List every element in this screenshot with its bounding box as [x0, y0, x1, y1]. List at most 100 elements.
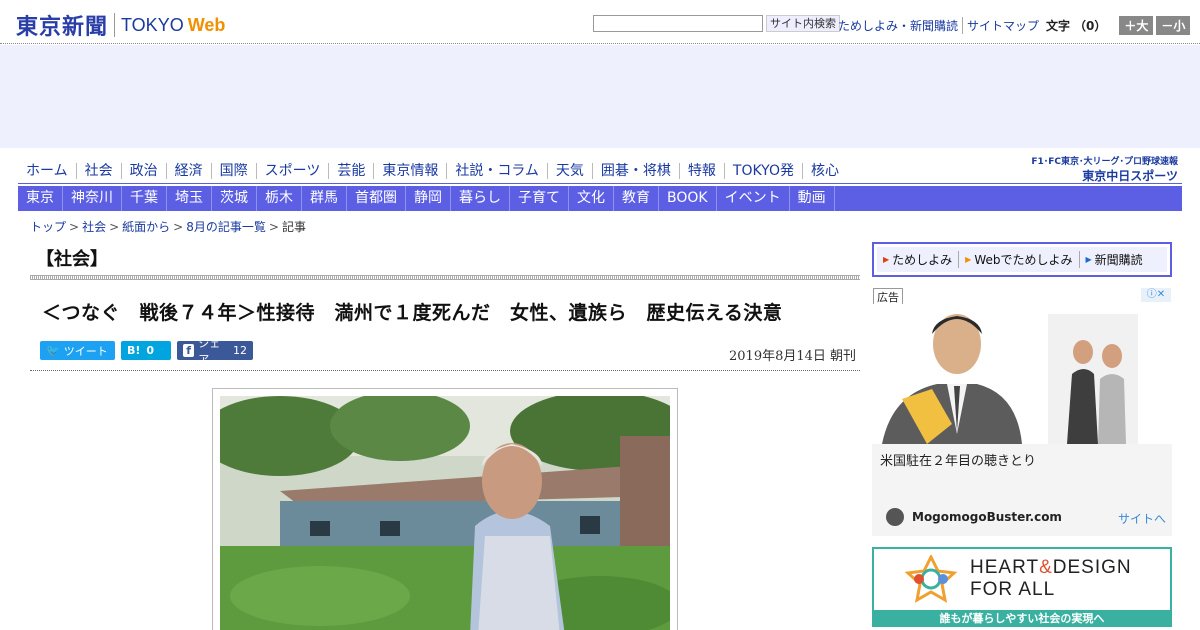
hatena-bookmark-button[interactable]: B! 0 — [121, 341, 171, 360]
breadcrumb-current: 記事 — [281, 220, 306, 234]
breadcrumb: トップ > 社会 > 紙面から >8月の記事一覧 > 記事 — [30, 220, 306, 234]
breadcrumb-top[interactable]: トップ — [30, 220, 66, 234]
share-count: 12 — [233, 344, 247, 357]
nav2-item-education[interactable]: 教育 — [614, 186, 659, 211]
breadcrumb-society[interactable]: 社会 — [82, 220, 106, 234]
breadcrumb-print[interactable]: 紙面から — [122, 220, 170, 234]
top-ad-banner — [0, 45, 1200, 148]
chunichi-sports-link[interactable]: F1･FC東京･大リーグ･プロ野球速報 東京中日スポーツ — [1026, 154, 1178, 184]
nav2-item-parenting[interactable]: 子育て — [510, 186, 569, 211]
section-title: 【社会】 — [36, 249, 108, 270]
nav2-item-living[interactable]: 暮らし — [451, 186, 510, 211]
nav-item-society[interactable]: 社会 — [75, 163, 121, 179]
section-rule — [30, 275, 860, 280]
nav-item-editorial[interactable]: 社説・コラム — [446, 163, 547, 179]
font-size-label: 文字 — [1046, 19, 1071, 33]
hatena-icon: B! — [127, 344, 141, 357]
nav-item-politics[interactable]: 政治 — [120, 163, 166, 179]
site-logo[interactable]: 東京新聞 TOKYO Web — [16, 9, 225, 41]
top-links: ためしよみ・新聞購読 サイトマップ — [834, 17, 1043, 34]
nav-item-tokyo-info[interactable]: 東京情報 — [373, 163, 446, 179]
ad-source-name: MogomogoBuster.com — [912, 510, 1062, 524]
ad-source: MogomogoBuster.com — [886, 508, 1062, 526]
subscribe-button[interactable]: ▶ 新聞購読 — [1080, 251, 1149, 268]
nav-item-sports[interactable]: スポーツ — [255, 163, 329, 179]
logo-japanese: 東京新聞 — [16, 14, 109, 40]
globe-icon — [886, 508, 904, 526]
nav-item-go-shogi[interactable]: 囲碁・将棋 — [591, 163, 679, 179]
ad-image — [872, 304, 1172, 444]
heart-design-banner[interactable]: HEART&DESIGN FOR ALL 誰もが暮らしやすい社会の実現へ — [872, 547, 1172, 627]
nav-divider — [18, 183, 1182, 184]
heart-design-logo-icon — [904, 555, 958, 603]
site-search: サイト内検索 — [593, 15, 840, 32]
trial-button[interactable]: ▶ ためしよみ — [877, 251, 960, 268]
ad-info-icon[interactable]: ⓘ✕ — [1141, 288, 1171, 302]
nav2-item-kanagawa[interactable]: 神奈川 — [63, 186, 122, 211]
article-photo — [220, 396, 670, 630]
nav-item-tokyo-hatsu[interactable]: TOKYO発 — [723, 163, 802, 179]
nav2-item-saitama[interactable]: 埼玉 — [167, 186, 212, 211]
subscription-buttons-inner: ▶ ためしよみ ▶ Webでためしよみ ▶ 新聞購読 — [877, 247, 1167, 272]
nav-item-special[interactable]: 特報 — [678, 163, 724, 179]
nav2-item-culture[interactable]: 文化 — [569, 186, 614, 211]
logo-separator — [114, 13, 116, 37]
design-word: DESIGN — [1052, 557, 1132, 578]
article-date: 2019年8月14日 朝刊 — [729, 349, 857, 364]
arrow-right-icon: ▶ — [883, 255, 890, 264]
nav-item-economy[interactable]: 経済 — [165, 163, 211, 179]
nav2-item-shutoken[interactable]: 首都圏 — [347, 186, 406, 211]
heart-amp: & — [1039, 557, 1053, 578]
ad-text: 米国駐在２年目の聴きとり — [880, 454, 1037, 469]
tweet-label: ツイート — [63, 344, 108, 358]
nav2-item-shizuoka[interactable]: 静岡 — [406, 186, 451, 211]
font-size-control: 文字 （0） ＋大 －小 — [1046, 16, 1191, 35]
ad-site-link[interactable]: サイトへ — [1118, 510, 1166, 527]
nav-item-world[interactable]: 国際 — [210, 163, 256, 179]
trial-label: ためしよみ — [892, 253, 953, 267]
font-size-count: （0） — [1074, 19, 1107, 33]
tweet-button[interactable]: 🐦 ツイート — [40, 341, 115, 360]
nav-item-entertainment[interactable]: 芸能 — [328, 163, 373, 179]
logo-web: Web — [187, 14, 226, 35]
nav2-item-video[interactable]: 動画 — [790, 186, 835, 211]
font-smaller-button[interactable]: －小 — [1156, 16, 1191, 35]
heart-design-title: HEART&DESIGN FOR ALL — [970, 557, 1132, 601]
logo-tokyo: TOKYO — [121, 14, 184, 35]
nav-item-home[interactable]: ホーム — [18, 163, 76, 179]
nav2-item-tokyo[interactable]: 東京 — [18, 186, 63, 211]
link-trial-subscribe[interactable]: ためしよみ・新聞購読 — [834, 17, 962, 34]
web-trial-button[interactable]: ▶ Webでためしよみ — [959, 251, 1080, 268]
twitter-icon: 🐦 — [46, 344, 60, 357]
search-input[interactable] — [593, 15, 763, 32]
nav2-item-tochigi[interactable]: 栃木 — [257, 186, 302, 211]
site-header: 東京新聞 TOKYO Web サイト内検索 ためしよみ・新聞購読 サイトマップ … — [0, 0, 1200, 44]
font-bigger-button[interactable]: ＋大 — [1119, 16, 1154, 35]
nav-item-core[interactable]: 核心 — [801, 163, 847, 179]
for-all-word: FOR ALL — [970, 579, 1056, 600]
arrow-right-icon: ▶ — [1085, 255, 1092, 264]
arrow-right-icon: ▶ — [965, 255, 972, 264]
nav2-item-gunma[interactable]: 群馬 — [302, 186, 347, 211]
share-label: シェア — [198, 336, 221, 366]
nav2-item-event[interactable]: イベント — [717, 186, 790, 211]
nav-item-weather[interactable]: 天気 — [546, 163, 592, 179]
primary-nav: ホーム 社会 政治 経済 国際 スポーツ 芸能 東京情報 社説・コラム 天気 囲… — [18, 159, 847, 183]
article-headline: ＜つなぐ 戦後７４年＞性接待 満州で１度死んだ 女性、遺族ら 歴史伝える決意 — [42, 302, 783, 324]
chunichi-tagline: F1･FC東京･大リーグ･プロ野球速報 — [1031, 157, 1178, 167]
chunichi-logo: 東京中日スポーツ — [1082, 169, 1178, 183]
nav2-item-book[interactable]: BOOK — [659, 186, 717, 211]
sidebar-ad[interactable]: 米国駐在２年目の聴きとり MogomogoBuster.com サイトへ — [872, 304, 1172, 536]
link-sitemap[interactable]: サイトマップ — [962, 17, 1043, 34]
subscribe-label: 新聞購読 — [1094, 253, 1143, 267]
nav2-item-chiba[interactable]: 千葉 — [122, 186, 167, 211]
facebook-icon: f — [183, 344, 195, 357]
search-button[interactable]: サイト内検索 — [766, 15, 840, 32]
social-buttons: 🐦 ツイート B! 0 f シェア 12 — [40, 337, 259, 366]
nav2-item-ibaraki[interactable]: 茨城 — [212, 186, 257, 211]
date-rule — [30, 370, 860, 371]
subscription-buttons: ▶ ためしよみ ▶ Webでためしよみ ▶ 新聞購読 — [872, 242, 1172, 277]
photo-illustration — [220, 396, 670, 630]
facebook-share-button[interactable]: f シェア 12 — [177, 337, 253, 366]
breadcrumb-august-list[interactable]: 8月の記事一覧 — [186, 220, 266, 234]
